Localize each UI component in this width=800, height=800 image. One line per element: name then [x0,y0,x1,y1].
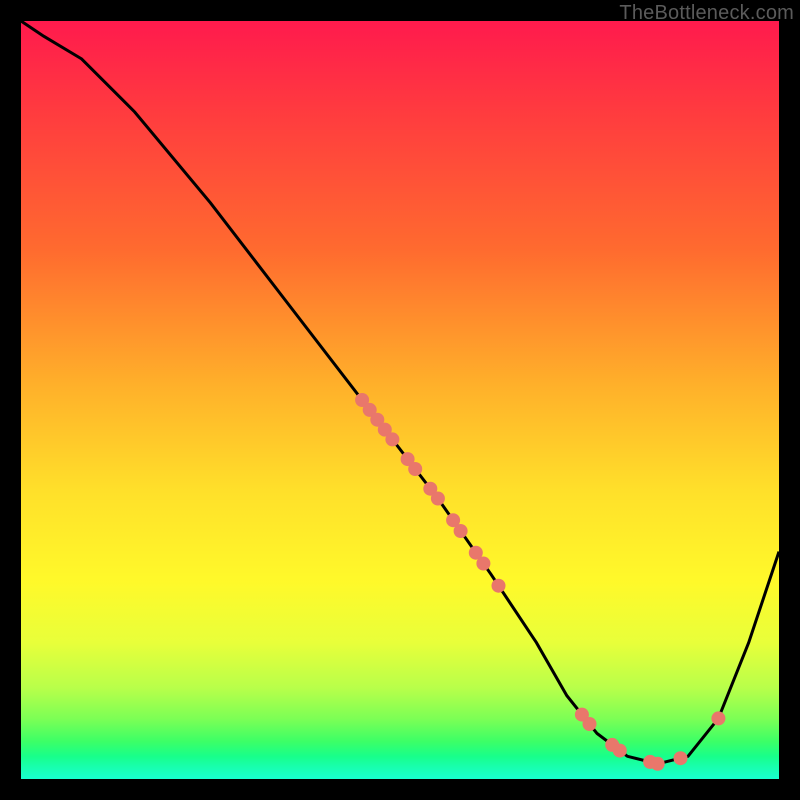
data-point [674,751,688,765]
data-point [651,757,665,771]
data-point [583,717,597,731]
data-point [431,492,445,506]
chart-stage: TheBottleneck.com [0,0,800,800]
data-point [408,462,422,476]
data-point [711,711,725,725]
watermark-text: TheBottleneck.com [619,2,794,25]
data-point [613,744,627,758]
data-point [454,524,468,538]
data-point [476,557,490,571]
chart-plot-area [21,21,779,779]
chart-svg [21,21,779,779]
bottleneck-curve [21,21,779,764]
data-point [492,579,506,593]
data-points [355,393,725,771]
data-point [385,432,399,446]
